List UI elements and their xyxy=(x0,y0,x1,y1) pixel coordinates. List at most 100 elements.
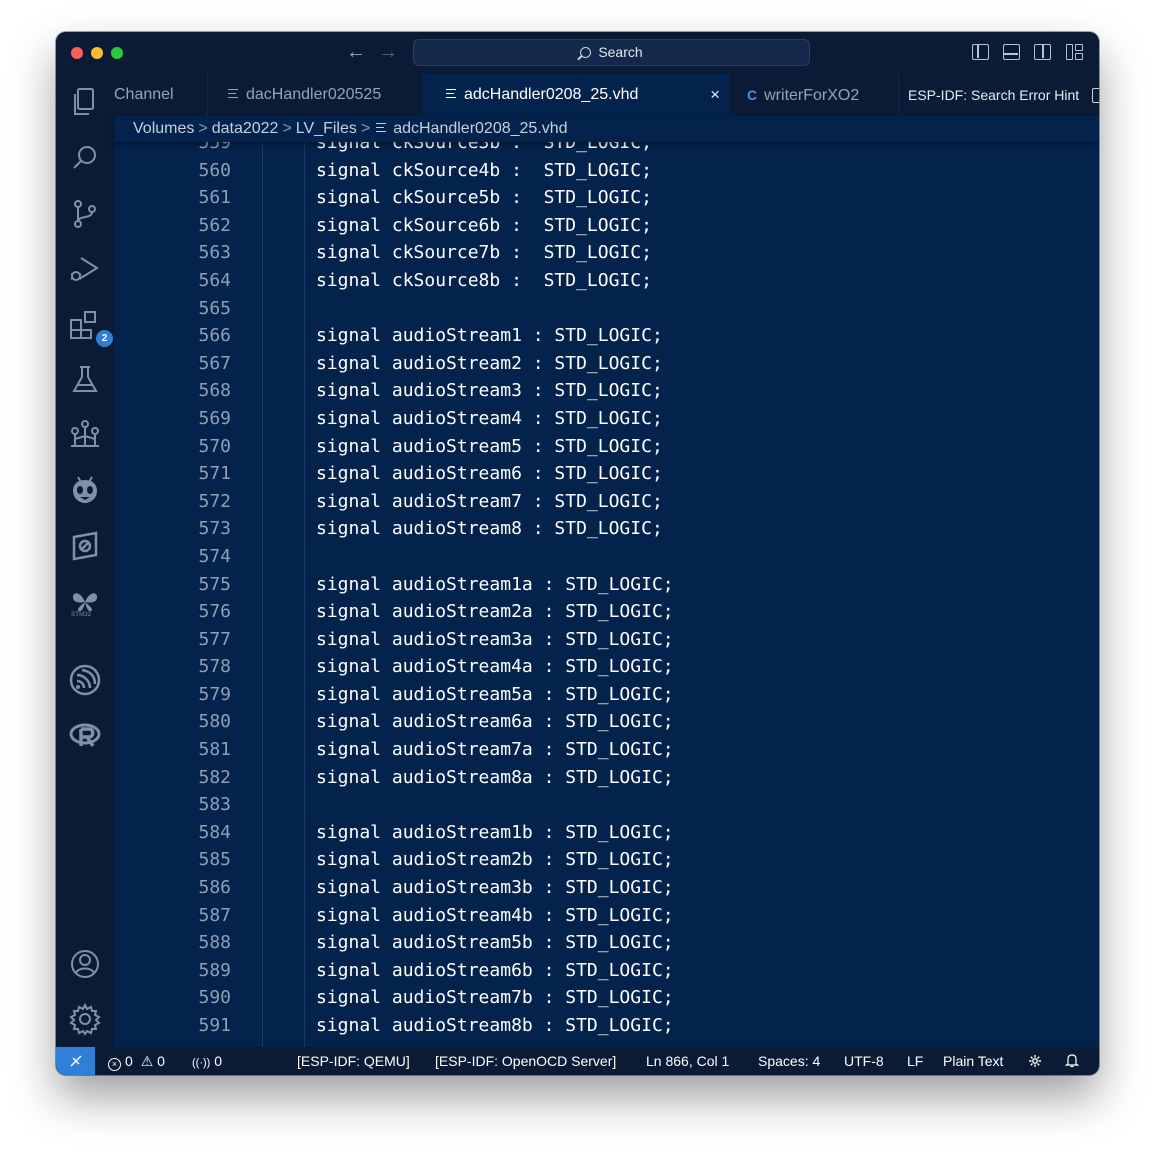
code-text: signal audioStream6a : STD_LOGIC; xyxy=(316,711,674,733)
code-text: signal audioStream2a : STD_LOGIC; xyxy=(316,601,674,623)
code-line[interactable]: 585 signal audioStream2b : STD_LOGIC; xyxy=(114,846,1099,874)
code-line[interactable]: 582 signal audioStream8a : STD_LOGIC; xyxy=(114,764,1099,792)
esp-idf-explorer-icon[interactable] xyxy=(66,416,104,454)
cursor-position[interactable]: Ln 866, Col 1 xyxy=(646,1047,729,1075)
code-line[interactable]: 565 xyxy=(114,295,1099,323)
toggle-primary-sidebar-icon[interactable] xyxy=(972,44,989,60)
code-line[interactable]: 573 signal audioStream8 : STD_LOGIC; xyxy=(114,515,1099,543)
accounts-icon[interactable] xyxy=(66,945,104,983)
code-text: signal ckSource5b : STD_LOGIC; xyxy=(316,187,652,209)
code-line[interactable]: 581 signal audioStream7a : STD_LOGIC; xyxy=(114,736,1099,764)
problems-indicator[interactable]: × 0 ⚠ 0 xyxy=(108,1047,165,1075)
tab-writerforxo2[interactable]: CwriterForXO2 xyxy=(730,74,898,116)
back-arrow-icon[interactable]: ← xyxy=(346,41,366,63)
source-control-icon[interactable] xyxy=(66,195,104,233)
zoom-window-button[interactable] xyxy=(111,47,123,59)
code-line[interactable]: 590 signal audioStream7b : STD_LOGIC; xyxy=(114,984,1099,1012)
breadcrumb-item-file[interactable]: adcHandler0208_25.vhd xyxy=(393,120,567,137)
code-line[interactable]: 562 signal ckSource6b : STD_LOGIC; xyxy=(114,212,1099,240)
breadcrumb-item-volumes[interactable]: Volumes xyxy=(133,120,194,137)
tab-label: Channel xyxy=(114,86,174,103)
code-line[interactable]: 564 signal ckSource8b : STD_LOGIC; xyxy=(114,267,1099,295)
code-line[interactable]: 586 signal audioStream3b : STD_LOGIC; xyxy=(114,874,1099,902)
code-line[interactable]: 563 signal ckSource7b : STD_LOGIC; xyxy=(114,239,1099,267)
toggle-secondary-sidebar-icon[interactable] xyxy=(1034,44,1051,60)
code-line[interactable]: 589 signal audioStream6b : STD_LOGIC; xyxy=(114,957,1099,985)
end-of-line[interactable]: LF xyxy=(907,1047,923,1075)
esp-idf-settings-icon[interactable] xyxy=(1028,1047,1042,1075)
stm32-butterfly-icon[interactable]: STM32 xyxy=(66,584,104,622)
breadcrumb-item-data2022[interactable]: data2022 xyxy=(212,120,279,137)
espressif-icon[interactable] xyxy=(66,661,104,699)
remote-indicator[interactable] xyxy=(56,1047,95,1075)
code-editor[interactable]: 559 signal ckSource3b : STD_LOGIC; 560 sign… xyxy=(114,142,1099,1047)
code-line[interactable]: 561 signal ckSource5b : STD_LOGIC; xyxy=(114,184,1099,212)
search-view-icon[interactable] xyxy=(66,139,104,177)
code-line[interactable]: 571 signal audioStream6 : STD_LOGIC; xyxy=(114,460,1099,488)
esp-idf-search-error-hint[interactable]: ESP-IDF: Search Error Hint xyxy=(908,74,1079,116)
warning-count: 0 xyxy=(157,1053,165,1069)
line-number: 568 xyxy=(198,380,231,402)
line-number: 587 xyxy=(198,904,231,926)
close-tab-icon[interactable]: × xyxy=(710,74,720,116)
code-text: signal audioStream2b : STD_LOGIC; xyxy=(316,849,674,871)
line-number: 588 xyxy=(198,932,231,954)
code-text: signal audioStream1a : STD_LOGIC; xyxy=(316,573,674,595)
code-text: signal audioStream1b : STD_LOGIC; xyxy=(316,821,674,843)
close-window-button[interactable] xyxy=(71,47,83,59)
title-bar: ← → Search xyxy=(56,32,1099,74)
esp-idf-qemu[interactable]: [ESP-IDF: QEMU] xyxy=(297,1047,410,1075)
manage-gear-icon[interactable] xyxy=(66,1000,104,1038)
code-line[interactable]: 574 xyxy=(114,543,1099,571)
testing-flask-icon[interactable] xyxy=(66,361,104,399)
minimize-window-button[interactable] xyxy=(91,47,103,59)
code-line[interactable]: 567 signal audioStream2 : STD_LOGIC; xyxy=(114,350,1099,378)
breadcrumb-item-lv-files[interactable]: LV_Files xyxy=(296,120,357,137)
r-language-icon[interactable] xyxy=(66,717,104,755)
file-encoding[interactable]: UTF-8 xyxy=(844,1047,884,1075)
code-line[interactable]: 572 signal audioStream7 : STD_LOGIC; xyxy=(114,488,1099,516)
code-line[interactable]: 570 signal audioStream5 : STD_LOGIC; xyxy=(114,433,1099,461)
code-line[interactable]: 577 signal audioStream3a : STD_LOGIC; xyxy=(114,626,1099,654)
code-line[interactable]: 575 signal audioStream1a : STD_LOGIC; xyxy=(114,571,1099,599)
explorer-icon[interactable] xyxy=(66,83,104,121)
tab-channel[interactable]: Channel xyxy=(114,74,207,116)
stm32-label: STM32 xyxy=(71,612,92,618)
line-number: 579 xyxy=(198,683,231,705)
code-line[interactable]: 580 signal audioStream6a : STD_LOGIC; xyxy=(114,708,1099,736)
platformio-alien-icon[interactable] xyxy=(66,472,104,510)
indentation[interactable]: Spaces: 4 xyxy=(758,1047,820,1075)
dsp-extension-icon[interactable] xyxy=(66,527,104,565)
customize-layout-icon[interactable] xyxy=(1066,44,1083,60)
code-line[interactable]: 588 signal audioStream5b : STD_LOGIC; xyxy=(114,929,1099,957)
code-line[interactable]: 568 signal audioStream3 : STD_LOGIC; xyxy=(114,377,1099,405)
esp-idf-openocd-server[interactable]: [ESP-IDF: OpenOCD Server] xyxy=(435,1047,616,1075)
code-line[interactable]: 584 signal audioStream1b : STD_LOGIC; xyxy=(114,819,1099,847)
code-line[interactable]: 578 signal audioStream4a : STD_LOGIC; xyxy=(114,653,1099,681)
code-line[interactable]: 587 signal audioStream4b : STD_LOGIC; xyxy=(114,902,1099,930)
command-center-search[interactable]: Search xyxy=(413,39,810,66)
code-line[interactable]: 560 signal ckSource4b : STD_LOGIC; xyxy=(114,157,1099,185)
breadcrumb: Volumes > data2022 > LV_Files > adcHandler0208… xyxy=(114,116,1099,142)
code-line[interactable]: 559 signal ckSource3b : STD_LOGIC; xyxy=(114,142,1099,157)
tab-label: adcHandler0208_25.vhd xyxy=(464,86,639,103)
split-editor-icon[interactable] xyxy=(1092,88,1099,103)
text-file-icon xyxy=(228,89,238,98)
extensions-icon[interactable]: 2 xyxy=(66,306,113,347)
code-line[interactable]: 566 signal audioStream1 : STD_LOGIC; xyxy=(114,322,1099,350)
tab-dachandler020525[interactable]: dacHandler020525 xyxy=(208,74,422,116)
code-line[interactable]: 591 signal audioStream8b : STD_LOGIC; xyxy=(114,1012,1099,1040)
toggle-panel-icon[interactable] xyxy=(1003,44,1020,60)
run-and-debug-icon[interactable] xyxy=(66,250,104,288)
line-number: 577 xyxy=(198,628,231,650)
code-text: signal audioStream6 : STD_LOGIC; xyxy=(316,463,663,485)
code-line[interactable]: 576 signal audioStream2a : STD_LOGIC; xyxy=(114,598,1099,626)
tab-adchandler0208-25-vhd[interactable]: adcHandler0208_25.vhd × xyxy=(422,74,730,116)
ports-indicator[interactable]: ((·)) 0 xyxy=(192,1047,222,1075)
code-line[interactable]: 569 signal audioStream4 : STD_LOGIC; xyxy=(114,405,1099,433)
code-line[interactable]: 579 signal audioStream5a : STD_LOGIC; xyxy=(114,681,1099,709)
language-mode[interactable]: Plain Text xyxy=(943,1047,1003,1075)
code-line[interactable]: 583 xyxy=(114,791,1099,819)
forward-arrow-icon[interactable]: → xyxy=(378,41,398,63)
notifications-bell-icon[interactable] xyxy=(1064,1047,1080,1075)
